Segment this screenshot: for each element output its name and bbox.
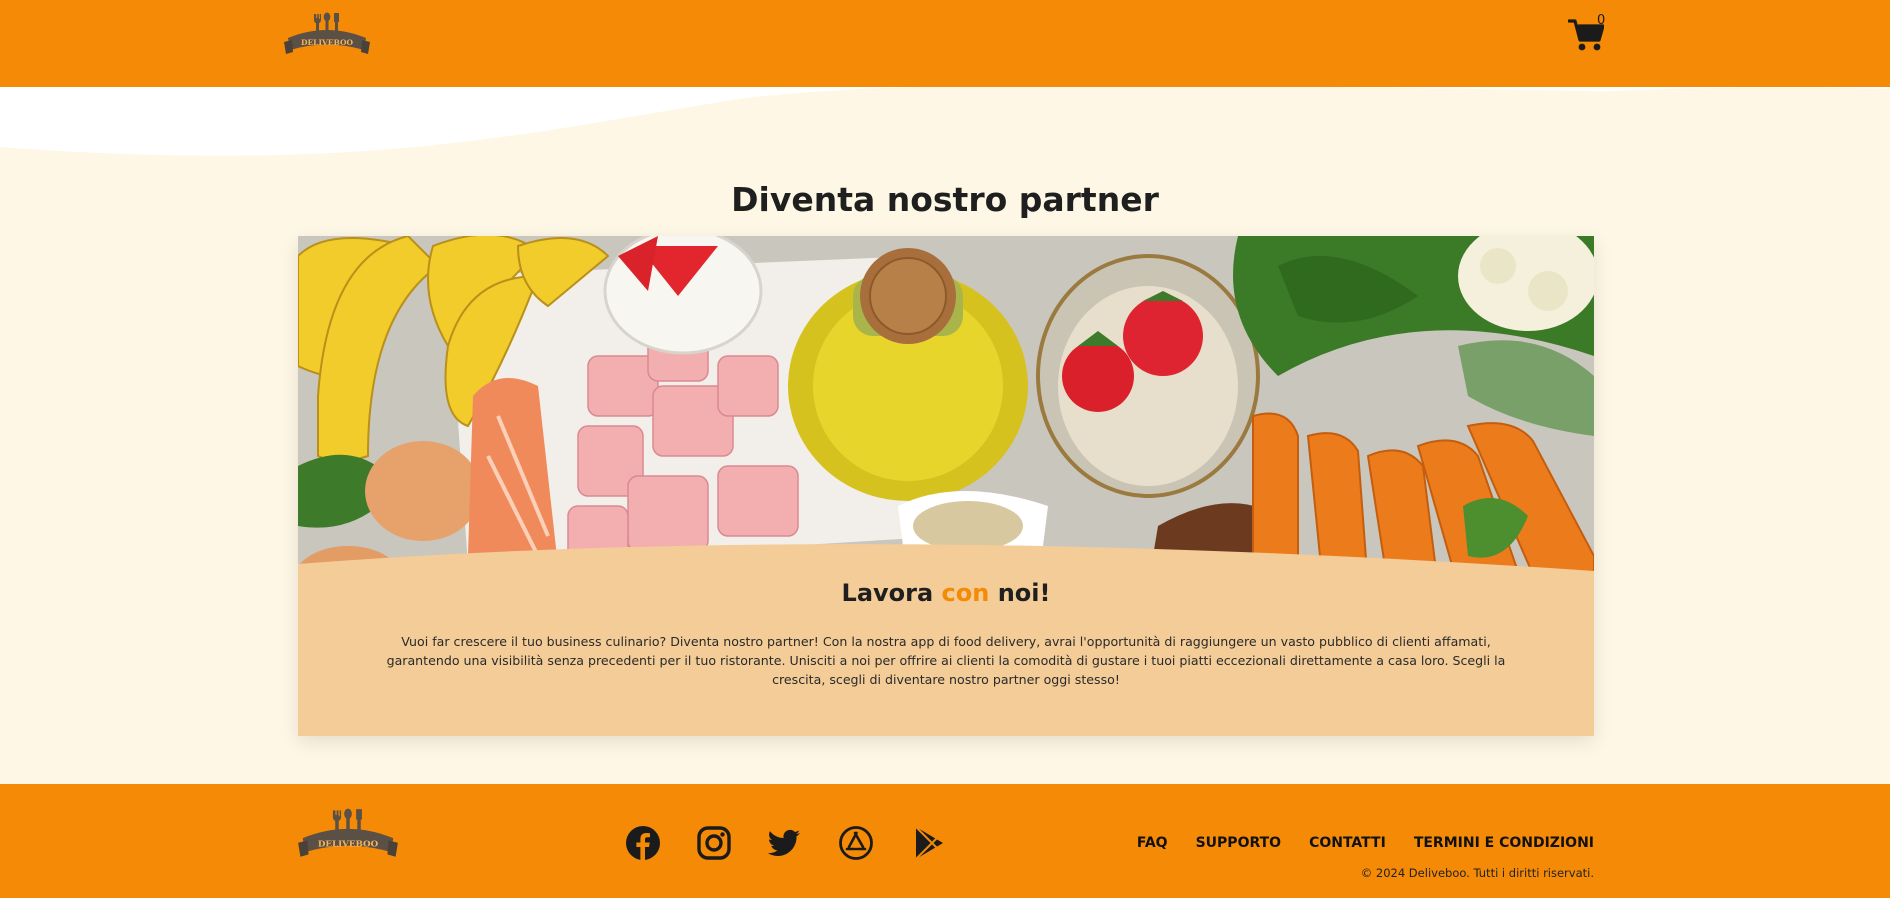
facebook-icon[interactable]: [625, 825, 661, 861]
google-play-icon[interactable]: [911, 825, 947, 861]
card-heading: Lavora con noi!: [298, 579, 1594, 607]
footer-link-contatti[interactable]: CONTATTI: [1309, 835, 1386, 851]
heading-part1: Lavora: [841, 579, 942, 607]
hero-food-image: [298, 236, 1594, 586]
heading-accent: con: [941, 579, 990, 607]
app-store-icon[interactable]: [838, 825, 874, 861]
footer-logo-text: DELIVEBOO: [318, 839, 379, 849]
footer-link-termini[interactable]: TERMINI E CONDIZIONI: [1414, 835, 1594, 851]
site-footer: DELIVEBOO FAQ SUPPORTO CONTATTI TERMINI …: [0, 784, 1890, 898]
footer-logo[interactable]: DELIVEBOO: [296, 808, 400, 866]
twitter-icon[interactable]: [766, 825, 802, 861]
footer-link-faq[interactable]: FAQ: [1137, 835, 1168, 851]
page-title: Diventa nostro partner: [731, 180, 1159, 219]
site-header: DELIVEBOO 0: [0, 0, 1890, 87]
footer-link-supporto[interactable]: SUPPORTO: [1196, 835, 1281, 851]
cart-count-badge: 0: [1597, 13, 1606, 28]
copyright-text: © 2024 Deliveboo. Tutti i diritti riserv…: [1360, 866, 1594, 880]
partner-card: Lavora con noi! Vuoi far crescere il tuo…: [298, 236, 1594, 736]
header-wave: [0, 87, 1890, 156]
heading-part2: noi!: [989, 579, 1051, 607]
deliveboo-logo[interactable]: DELIVEBOO: [284, 12, 370, 62]
logo-text: DELIVEBOO: [301, 38, 354, 47]
card-description: Vuoi far crescere il tuo business culina…: [386, 634, 1506, 687]
footer-nav: FAQ SUPPORTO CONTATTI TERMINI E CONDIZIO…: [1109, 835, 1594, 851]
instagram-icon[interactable]: [696, 825, 732, 861]
